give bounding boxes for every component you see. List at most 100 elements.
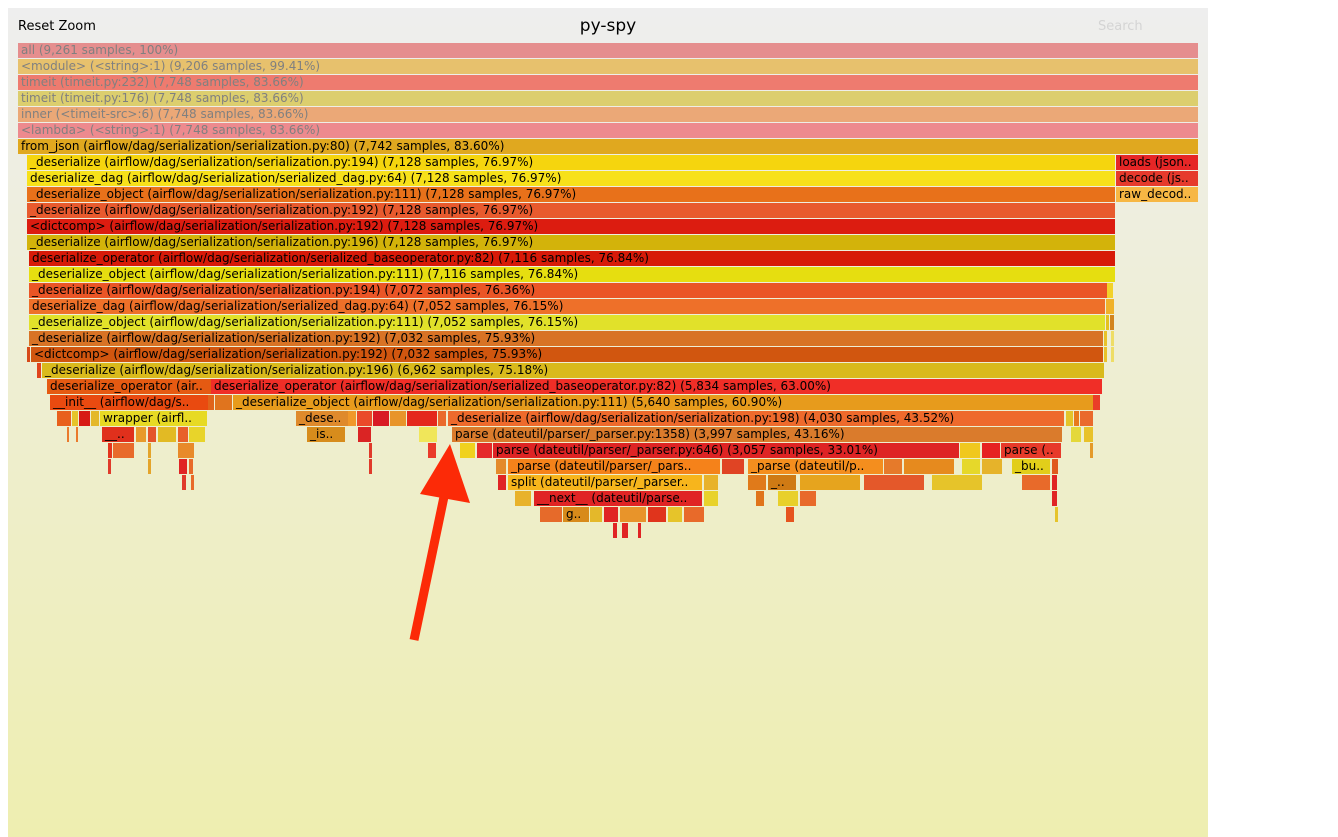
frame[interactable]: inner (<timeit-src>:6) (7,748 samples, 8…: [18, 107, 1198, 122]
small-frame[interactable]: [904, 459, 954, 474]
small-frame[interactable]: [113, 443, 134, 458]
small-frame[interactable]: [1052, 491, 1057, 506]
small-frame[interactable]: [756, 491, 764, 506]
frame[interactable]: _deserialize_object (airflow/dag/seriali…: [233, 395, 1093, 410]
frame[interactable]: _deserialize (airflow/dag/serialization/…: [27, 235, 1115, 250]
small-frame[interactable]: [864, 475, 924, 490]
small-frame[interactable]: [179, 459, 187, 474]
small-frame[interactable]: [1052, 475, 1057, 490]
small-frame[interactable]: [1066, 411, 1073, 426]
small-frame[interactable]: [357, 411, 372, 426]
small-frame[interactable]: [1104, 331, 1107, 346]
small-frame[interactable]: [208, 395, 214, 410]
small-frame[interactable]: [982, 443, 1000, 458]
frame[interactable]: timeit (timeit.py:176) (7,748 samples, 8…: [18, 91, 1198, 106]
small-frame[interactable]: [67, 427, 69, 442]
small-frame[interactable]: [1052, 459, 1058, 474]
frame[interactable]: deserialize_operator (airflow/dag/serial…: [29, 251, 1115, 266]
frame[interactable]: _deserialize_object (airflow/dag/seriali…: [27, 187, 1115, 202]
small-frame[interactable]: [800, 491, 816, 506]
small-frame[interactable]: [215, 395, 232, 410]
frame[interactable]: all (9,261 samples, 100%): [18, 43, 1198, 58]
small-frame[interactable]: [390, 411, 406, 426]
small-frame[interactable]: [722, 459, 744, 474]
small-frame[interactable]: [108, 459, 111, 474]
small-frame[interactable]: [37, 363, 41, 378]
small-frame[interactable]: [1110, 315, 1114, 330]
frame[interactable]: _dese..: [296, 411, 348, 426]
small-frame[interactable]: [477, 443, 492, 458]
frame[interactable]: _parse (dateutil/p..: [748, 459, 883, 474]
frame[interactable]: _deserialize (airflow/dag/serialization/…: [29, 283, 1107, 298]
frame[interactable]: split (dateutil/parser/_parser..: [508, 475, 702, 490]
small-frame[interactable]: [1106, 299, 1114, 314]
small-frame[interactable]: [373, 411, 389, 426]
small-frame[interactable]: [182, 475, 186, 490]
small-frame[interactable]: [515, 491, 531, 506]
small-frame[interactable]: [1111, 347, 1114, 362]
small-frame[interactable]: [704, 491, 718, 506]
frame[interactable]: _..: [768, 475, 796, 490]
small-frame[interactable]: [1090, 443, 1093, 458]
small-frame[interactable]: [148, 443, 151, 458]
small-frame[interactable]: [460, 443, 475, 458]
frame[interactable]: parse (..: [1001, 443, 1061, 458]
frame[interactable]: timeit (timeit.py:232) (7,748 samples, 8…: [18, 75, 1198, 90]
small-frame[interactable]: [1111, 331, 1114, 346]
small-frame[interactable]: [1071, 427, 1081, 442]
small-frame[interactable]: [72, 411, 78, 426]
small-frame[interactable]: [496, 459, 506, 474]
small-frame[interactable]: [778, 491, 798, 506]
frame[interactable]: __next__ (dateutil/parse..: [534, 491, 702, 506]
small-frame[interactable]: [1104, 347, 1107, 362]
small-frame[interactable]: [648, 507, 666, 522]
small-frame[interactable]: [407, 411, 437, 426]
small-frame[interactable]: [57, 411, 71, 426]
small-frame[interactable]: [178, 427, 188, 442]
small-frame[interactable]: [108, 443, 112, 458]
small-frame[interactable]: [668, 507, 682, 522]
small-frame[interactable]: [191, 475, 194, 490]
small-frame[interactable]: [1106, 315, 1109, 330]
small-frame[interactable]: [604, 507, 618, 522]
small-frame[interactable]: [684, 507, 704, 522]
frame[interactable]: g..: [563, 507, 589, 522]
frame[interactable]: <module> (<string>:1) (9,206 samples, 99…: [18, 59, 1198, 74]
small-frame[interactable]: [1022, 475, 1050, 490]
frame[interactable]: wrapper (airfl..: [100, 411, 207, 426]
small-frame[interactable]: [419, 427, 437, 442]
frame[interactable]: _deserialize (airflow/dag/serialization/…: [27, 203, 1115, 218]
small-frame[interactable]: [79, 411, 90, 426]
small-frame[interactable]: [148, 427, 156, 442]
small-frame[interactable]: [438, 411, 446, 426]
small-frame[interactable]: [620, 507, 646, 522]
frame[interactable]: _deserialize (airflow/dag/serialization/…: [27, 155, 1115, 170]
small-frame[interactable]: [358, 427, 371, 442]
small-frame[interactable]: [540, 507, 562, 522]
small-frame[interactable]: [962, 459, 980, 474]
small-frame[interactable]: [982, 459, 1002, 474]
frame[interactable]: loads (json..: [1116, 155, 1198, 170]
small-frame[interactable]: [136, 427, 146, 442]
small-frame[interactable]: [428, 443, 436, 458]
small-frame[interactable]: [622, 523, 628, 538]
small-frame[interactable]: [189, 459, 193, 474]
small-frame[interactable]: [613, 523, 617, 538]
frame[interactable]: parse (dateutil/parser/_parser.py:646) (…: [493, 443, 959, 458]
frame[interactable]: parse (dateutil/parser/_parser.py:1358) …: [452, 427, 1062, 442]
small-frame[interactable]: [932, 475, 982, 490]
frame[interactable]: deserialize_operator (air..: [47, 379, 211, 394]
frame[interactable]: deserialize_dag (airflow/dag/serializati…: [29, 299, 1105, 314]
small-frame[interactable]: [1084, 427, 1093, 442]
frame[interactable]: raw_decod..: [1116, 187, 1198, 202]
frame[interactable]: _deserialize_object (airflow/dag/seriali…: [29, 267, 1115, 282]
frame[interactable]: deserialize_dag (airflow/dag/serializati…: [27, 171, 1115, 186]
small-frame[interactable]: [638, 523, 641, 538]
small-frame[interactable]: [369, 459, 372, 474]
frame[interactable]: _is..: [307, 427, 345, 442]
small-frame[interactable]: [189, 427, 205, 442]
frame[interactable]: decode (js..: [1116, 171, 1198, 186]
frame[interactable]: _parse (dateutil/parser/_pars..: [508, 459, 720, 474]
small-frame[interactable]: [1093, 395, 1100, 410]
frame[interactable]: <lambda> (<string>:1) (7,748 samples, 83…: [18, 123, 1198, 138]
